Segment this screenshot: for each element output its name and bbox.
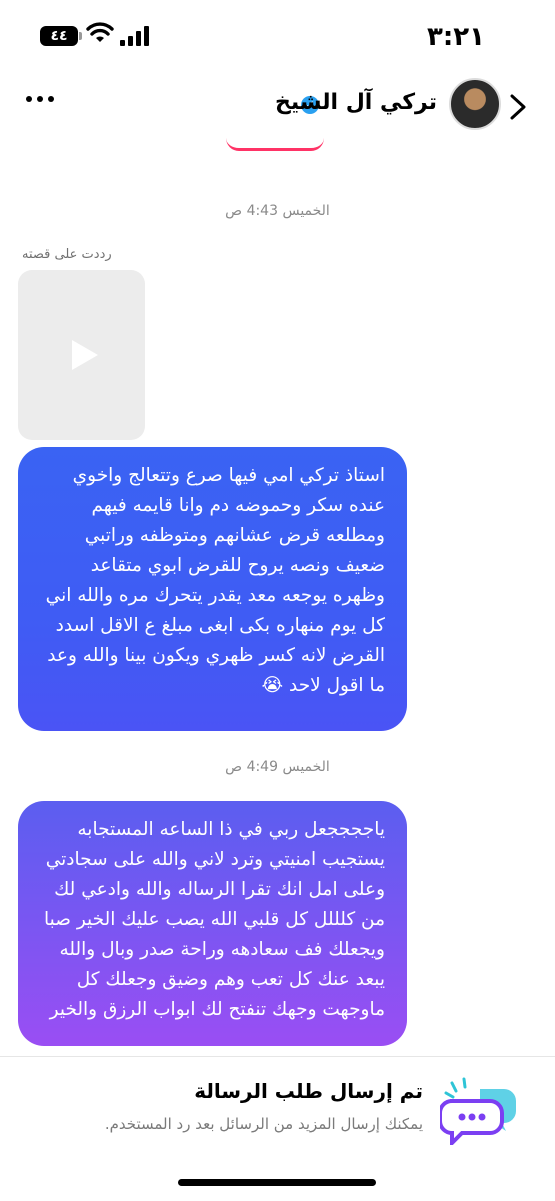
story-reply-label: رددت على قصته: [22, 247, 112, 262]
contact-name[interactable]: تركي آل الشيخ: [275, 90, 437, 115]
chat-header: ✓ تركي آل الشيخ: [0, 72, 555, 144]
battery-icon: ٤٤: [40, 26, 78, 46]
battery-tip: [79, 32, 82, 40]
status-bar: ٤٤ ٣:٢١: [0, 0, 555, 70]
story-thumbnail[interactable]: [18, 270, 145, 440]
signal-icon: [120, 26, 149, 46]
timestamp: الخميس 4:49 ص: [225, 759, 330, 775]
chat-bubble-icon: [440, 1077, 516, 1145]
play-icon: [71, 340, 98, 370]
home-indicator[interactable]: [178, 1179, 376, 1186]
previous-message-edge: [226, 138, 324, 151]
request-title: تم إرسال طلب الرسالة: [194, 1079, 423, 1103]
timestamp: الخميس 4:43 ص: [225, 203, 330, 219]
clock: ٣:٢١: [426, 22, 485, 52]
avatar[interactable]: [449, 78, 501, 130]
back-button[interactable]: [503, 92, 533, 122]
request-subtitle: يمكنك إرسال المزيد من الرسائل بعد رد الم…: [104, 1115, 423, 1133]
message-request-notice: تم إرسال طلب الرسالة يمكنك إرسال المزيد …: [0, 1056, 555, 1201]
wifi-icon: [86, 22, 114, 42]
battery-level: ٤٤: [50, 28, 68, 44]
chevron-right-icon: [510, 94, 526, 120]
message-bubble[interactable]: استاذ تركي امي فيها صرع وتتعالج واخوي عن…: [18, 447, 407, 731]
message-bubble[interactable]: ياججججعل ربي في ذا الساعه المستجابه يستج…: [18, 801, 407, 1046]
more-options-button[interactable]: [26, 96, 54, 102]
